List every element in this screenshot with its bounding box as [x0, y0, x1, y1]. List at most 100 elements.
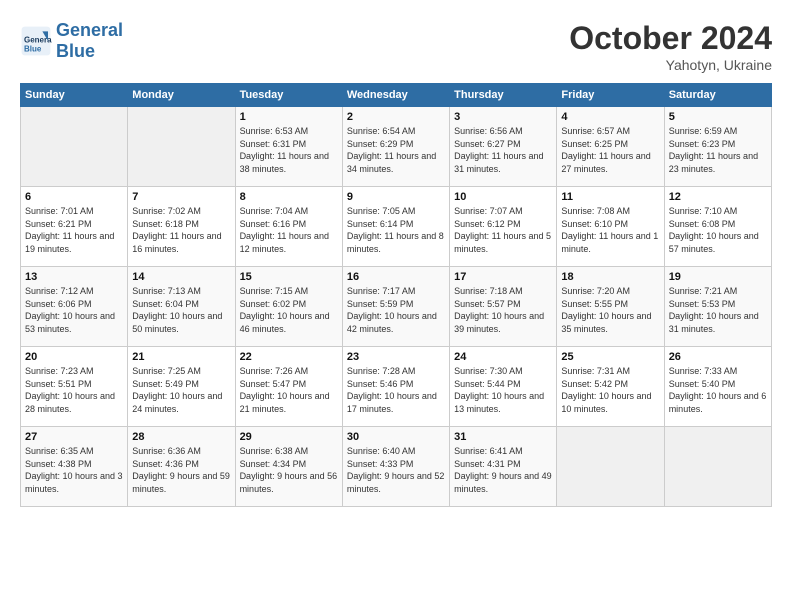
calendar-cell: 10 Sunrise: 7:07 AMSunset: 6:12 PMDaylig… — [450, 187, 557, 267]
day-header-wednesday: Wednesday — [342, 84, 449, 107]
calendar-cell: 23 Sunrise: 7:28 AMSunset: 5:46 PMDaylig… — [342, 347, 449, 427]
calendar-cell: 17 Sunrise: 7:18 AMSunset: 5:57 PMDaylig… — [450, 267, 557, 347]
day-header-sunday: Sunday — [21, 84, 128, 107]
day-number: 28 — [132, 431, 230, 443]
day-number: 8 — [240, 191, 338, 203]
calendar-cell: 29 Sunrise: 6:38 AMSunset: 4:34 PMDaylig… — [235, 427, 342, 507]
calendar-cell: 20 Sunrise: 7:23 AMSunset: 5:51 PMDaylig… — [21, 347, 128, 427]
calendar-cell: 13 Sunrise: 7:12 AMSunset: 6:06 PMDaylig… — [21, 267, 128, 347]
day-number: 23 — [347, 351, 445, 363]
day-header-tuesday: Tuesday — [235, 84, 342, 107]
calendar-cell: 25 Sunrise: 7:31 AMSunset: 5:42 PMDaylig… — [557, 347, 664, 427]
calendar-cell: 31 Sunrise: 6:41 AMSunset: 4:31 PMDaylig… — [450, 427, 557, 507]
day-info: Sunrise: 6:59 AMSunset: 6:23 PMDaylight:… — [669, 125, 767, 175]
day-info: Sunrise: 7:30 AMSunset: 5:44 PMDaylight:… — [454, 365, 552, 415]
calendar-cell: 19 Sunrise: 7:21 AMSunset: 5:53 PMDaylig… — [664, 267, 771, 347]
day-info: Sunrise: 6:36 AMSunset: 4:36 PMDaylight:… — [132, 445, 230, 495]
day-number: 3 — [454, 111, 552, 123]
calendar-cell: 3 Sunrise: 6:56 AMSunset: 6:27 PMDayligh… — [450, 107, 557, 187]
day-info: Sunrise: 7:23 AMSunset: 5:51 PMDaylight:… — [25, 365, 123, 415]
day-info: Sunrise: 6:41 AMSunset: 4:31 PMDaylight:… — [454, 445, 552, 495]
calendar-cell — [128, 107, 235, 187]
calendar-cell: 18 Sunrise: 7:20 AMSunset: 5:55 PMDaylig… — [557, 267, 664, 347]
day-info: Sunrise: 7:18 AMSunset: 5:57 PMDaylight:… — [454, 285, 552, 335]
day-number: 10 — [454, 191, 552, 203]
day-number: 19 — [669, 271, 767, 283]
calendar-cell: 2 Sunrise: 6:54 AMSunset: 6:29 PMDayligh… — [342, 107, 449, 187]
day-number: 6 — [25, 191, 123, 203]
day-info: Sunrise: 6:53 AMSunset: 6:31 PMDaylight:… — [240, 125, 338, 175]
calendar-cell: 27 Sunrise: 6:35 AMSunset: 4:38 PMDaylig… — [21, 427, 128, 507]
day-number: 27 — [25, 431, 123, 443]
day-number: 1 — [240, 111, 338, 123]
day-info: Sunrise: 7:31 AMSunset: 5:42 PMDaylight:… — [561, 365, 659, 415]
day-number: 4 — [561, 111, 659, 123]
day-number: 12 — [669, 191, 767, 203]
day-info: Sunrise: 6:40 AMSunset: 4:33 PMDaylight:… — [347, 445, 445, 495]
day-info: Sunrise: 7:28 AMSunset: 5:46 PMDaylight:… — [347, 365, 445, 415]
day-info: Sunrise: 6:56 AMSunset: 6:27 PMDaylight:… — [454, 125, 552, 175]
day-number: 14 — [132, 271, 230, 283]
day-info: Sunrise: 7:08 AMSunset: 6:10 PMDaylight:… — [561, 205, 659, 255]
calendar-cell: 5 Sunrise: 6:59 AMSunset: 6:23 PMDayligh… — [664, 107, 771, 187]
week-row-5: 27 Sunrise: 6:35 AMSunset: 4:38 PMDaylig… — [21, 427, 772, 507]
calendar-cell: 21 Sunrise: 7:25 AMSunset: 5:49 PMDaylig… — [128, 347, 235, 427]
day-number: 13 — [25, 271, 123, 283]
calendar-cell: 4 Sunrise: 6:57 AMSunset: 6:25 PMDayligh… — [557, 107, 664, 187]
day-number: 29 — [240, 431, 338, 443]
calendar-cell: 7 Sunrise: 7:02 AMSunset: 6:18 PMDayligh… — [128, 187, 235, 267]
calendar-cell: 26 Sunrise: 7:33 AMSunset: 5:40 PMDaylig… — [664, 347, 771, 427]
day-number: 30 — [347, 431, 445, 443]
day-info: Sunrise: 7:02 AMSunset: 6:18 PMDaylight:… — [132, 205, 230, 255]
day-number: 21 — [132, 351, 230, 363]
calendar-cell: 16 Sunrise: 7:17 AMSunset: 5:59 PMDaylig… — [342, 267, 449, 347]
day-number: 2 — [347, 111, 445, 123]
day-header-saturday: Saturday — [664, 84, 771, 107]
calendar-cell: 15 Sunrise: 7:15 AMSunset: 6:02 PMDaylig… — [235, 267, 342, 347]
title-area: October 2024 Yahotyn, Ukraine — [569, 20, 772, 73]
day-info: Sunrise: 7:25 AMSunset: 5:49 PMDaylight:… — [132, 365, 230, 415]
calendar-header: SundayMondayTuesdayWednesdayThursdayFrid… — [21, 84, 772, 107]
day-number: 26 — [669, 351, 767, 363]
calendar-cell — [21, 107, 128, 187]
day-header-friday: Friday — [557, 84, 664, 107]
logo-icon: General Blue — [20, 25, 52, 57]
day-info: Sunrise: 6:57 AMSunset: 6:25 PMDaylight:… — [561, 125, 659, 175]
day-number: 7 — [132, 191, 230, 203]
day-number: 11 — [561, 191, 659, 203]
days-header-row: SundayMondayTuesdayWednesdayThursdayFrid… — [21, 84, 772, 107]
day-number: 31 — [454, 431, 552, 443]
day-info: Sunrise: 7:26 AMSunset: 5:47 PMDaylight:… — [240, 365, 338, 415]
calendar-cell: 1 Sunrise: 6:53 AMSunset: 6:31 PMDayligh… — [235, 107, 342, 187]
calendar-cell: 22 Sunrise: 7:26 AMSunset: 5:47 PMDaylig… — [235, 347, 342, 427]
calendar-cell: 6 Sunrise: 7:01 AMSunset: 6:21 PMDayligh… — [21, 187, 128, 267]
day-info: Sunrise: 7:05 AMSunset: 6:14 PMDaylight:… — [347, 205, 445, 255]
day-info: Sunrise: 7:33 AMSunset: 5:40 PMDaylight:… — [669, 365, 767, 415]
day-info: Sunrise: 6:38 AMSunset: 4:34 PMDaylight:… — [240, 445, 338, 495]
logo-text: GeneralBlue — [56, 20, 123, 62]
calendar-cell: 24 Sunrise: 7:30 AMSunset: 5:44 PMDaylig… — [450, 347, 557, 427]
day-info: Sunrise: 7:13 AMSunset: 6:04 PMDaylight:… — [132, 285, 230, 335]
location-subtitle: Yahotyn, Ukraine — [569, 57, 772, 73]
day-info: Sunrise: 7:04 AMSunset: 6:16 PMDaylight:… — [240, 205, 338, 255]
week-row-4: 20 Sunrise: 7:23 AMSunset: 5:51 PMDaylig… — [21, 347, 772, 427]
svg-text:Blue: Blue — [24, 44, 42, 53]
calendar-cell — [557, 427, 664, 507]
week-row-1: 1 Sunrise: 6:53 AMSunset: 6:31 PMDayligh… — [21, 107, 772, 187]
calendar-cell: 9 Sunrise: 7:05 AMSunset: 6:14 PMDayligh… — [342, 187, 449, 267]
day-info: Sunrise: 7:15 AMSunset: 6:02 PMDaylight:… — [240, 285, 338, 335]
calendar-cell: 8 Sunrise: 7:04 AMSunset: 6:16 PMDayligh… — [235, 187, 342, 267]
day-number: 9 — [347, 191, 445, 203]
day-info: Sunrise: 7:10 AMSunset: 6:08 PMDaylight:… — [669, 205, 767, 255]
calendar-cell: 28 Sunrise: 6:36 AMSunset: 4:36 PMDaylig… — [128, 427, 235, 507]
page-header: General Blue GeneralBlue October 2024 Ya… — [20, 20, 772, 73]
day-number: 25 — [561, 351, 659, 363]
day-info: Sunrise: 7:20 AMSunset: 5:55 PMDaylight:… — [561, 285, 659, 335]
day-info: Sunrise: 7:21 AMSunset: 5:53 PMDaylight:… — [669, 285, 767, 335]
day-info: Sunrise: 6:54 AMSunset: 6:29 PMDaylight:… — [347, 125, 445, 175]
day-number: 20 — [25, 351, 123, 363]
day-number: 18 — [561, 271, 659, 283]
calendar-cell — [664, 427, 771, 507]
week-row-3: 13 Sunrise: 7:12 AMSunset: 6:06 PMDaylig… — [21, 267, 772, 347]
day-number: 22 — [240, 351, 338, 363]
